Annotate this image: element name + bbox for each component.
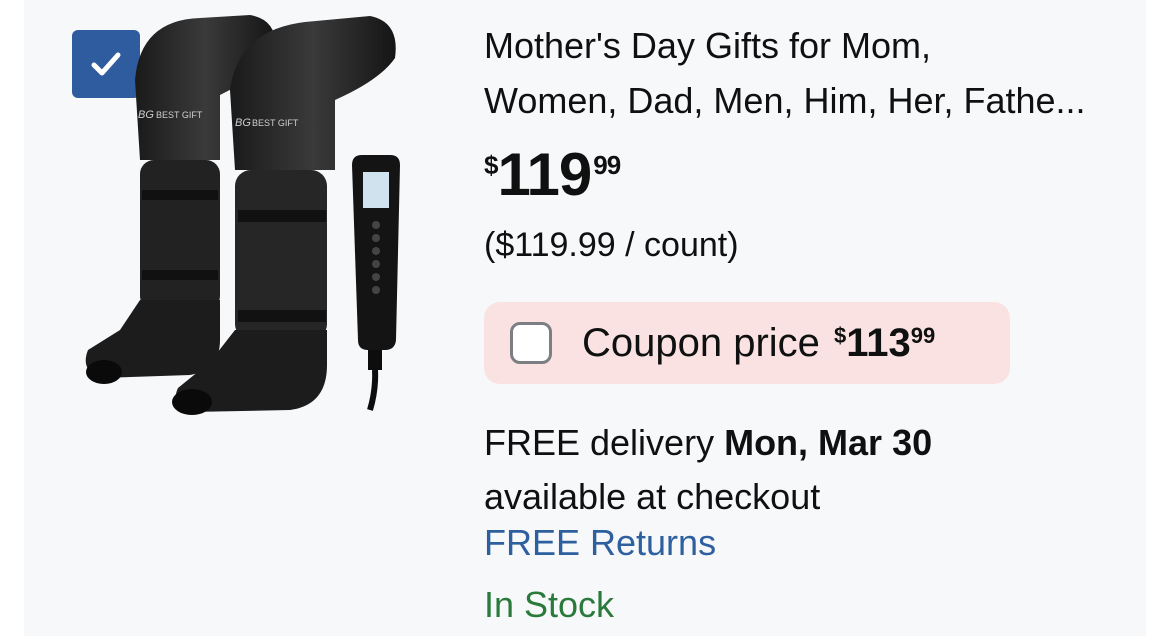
coupon-label: Coupon price (582, 320, 820, 365)
product-title-line-1: Mother's Day Gifts for Mom, (484, 25, 931, 66)
coupon-currency: $ (833, 323, 847, 348)
price-currency: $ (484, 150, 499, 180)
coupon-toggle[interactable]: Coupon price $ 113 99 (484, 302, 1010, 384)
brand-mark: BG (138, 109, 154, 121)
coupon-whole: 113 (846, 321, 911, 365)
brand-text-2: BEST GIFT (252, 118, 299, 128)
coupon-checkbox[interactable] (510, 322, 552, 364)
delivery-note: available at checkout (484, 476, 821, 517)
remote-control (352, 155, 400, 411)
unit-price: ($119.99 / count) (484, 226, 739, 264)
delivery-date: Mon, Mar 30 (724, 422, 933, 463)
product-title-line-2: Women, Dad, Men, Him, Her, Fathe... (484, 80, 1086, 121)
free-returns-link[interactable]: FREE Returns (484, 522, 716, 564)
coupon-fraction: 99 (910, 323, 936, 348)
brand-mark-2: BG (235, 117, 251, 129)
brand-text: BEST GIFT (156, 110, 203, 120)
product-image[interactable]: BG BEST GIFT BG BEST GIFT (80, 10, 420, 420)
coupon-price: $ 113 99 (834, 321, 935, 365)
product-price: $ 119 99 (484, 140, 621, 210)
price-whole: 119 (497, 141, 592, 208)
product-title-link[interactable]: Mother's Day Gifts for Mom, Women, Dad, … (484, 18, 1124, 128)
delivery-prefix: FREE delivery (484, 422, 725, 463)
delivery-info: FREE delivery Mon, Mar 30 available at c… (484, 416, 932, 524)
price-fraction: 99 (593, 150, 621, 180)
stock-status: In Stock (484, 584, 615, 625)
